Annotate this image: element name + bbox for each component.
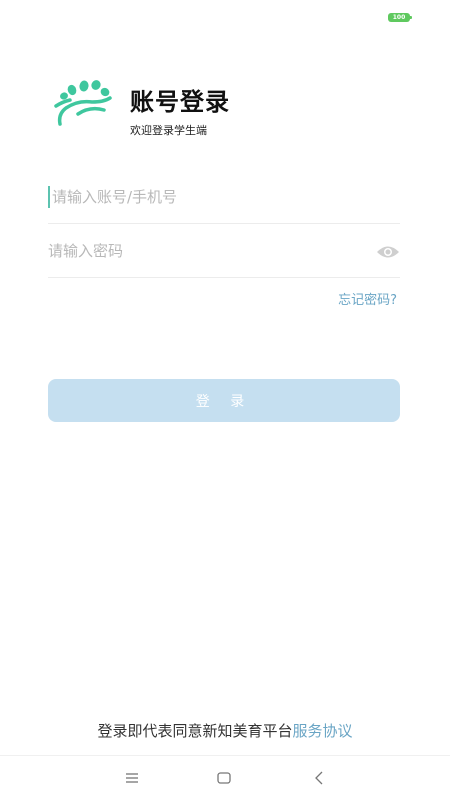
eye-icon[interactable] <box>376 244 400 260</box>
menu-icon[interactable] <box>124 770 140 786</box>
system-nav-bar <box>0 755 450 800</box>
agreement-text: 登录即代表同意新知美育平台 <box>97 722 293 740</box>
back-icon[interactable] <box>312 770 328 786</box>
page-subtitle: 欢迎登录学生端 <box>130 124 207 137</box>
forgot-password-link[interactable]: 忘记密码? <box>338 289 397 308</box>
agreement-notice: 登录即代表同意新知美育平台服务协议 <box>0 720 450 741</box>
battery-icon: 100 <box>388 13 412 22</box>
login-button[interactable]: 登 录 <box>48 379 400 422</box>
text-cursor <box>48 186 50 208</box>
brand-logo-icon <box>54 80 112 126</box>
password-field <box>48 228 400 278</box>
password-input[interactable] <box>48 228 348 274</box>
battery-level: 100 <box>392 14 406 21</box>
account-input[interactable] <box>48 174 348 220</box>
service-agreement-link[interactable]: 服务协议 <box>293 722 353 740</box>
page-title: 账号登录 <box>130 88 230 116</box>
home-icon[interactable] <box>216 770 232 786</box>
account-field <box>48 174 400 224</box>
status-bar: 100 <box>0 0 450 32</box>
login-screen: 100 账号登录 欢迎登录学生端 忘记密码? 登 录 登录即 <box>0 0 450 800</box>
